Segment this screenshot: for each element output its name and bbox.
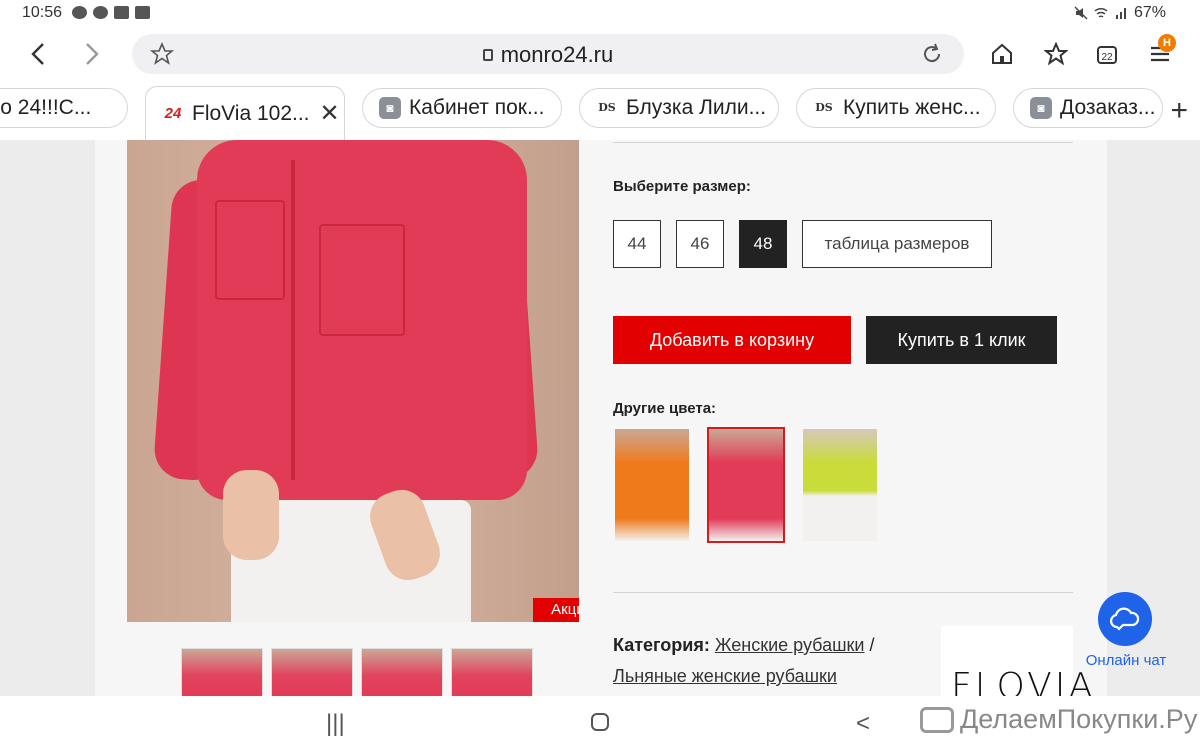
tab-item[interactable]: нро 24!!!С... <box>0 88 128 128</box>
color-option-orange[interactable] <box>613 427 691 543</box>
recent-apps-button[interactable]: ||| <box>326 710 345 738</box>
product-thumbnail[interactable] <box>181 648 263 696</box>
notification-icons <box>72 6 150 19</box>
tab-item-active[interactable]: 24 FloVia 102... ✕ <box>145 86 345 140</box>
home-button[interactable] <box>984 36 1020 72</box>
product-thumbnail[interactable] <box>451 648 533 696</box>
browser-toolbar: monro24.ru 22 H <box>0 28 1200 80</box>
close-tab-icon[interactable]: ✕ <box>320 99 340 128</box>
other-colors-label: Другие цвета: <box>613 400 717 417</box>
brand-logo-text: FLOVIA <box>951 666 1097 696</box>
ds-favicon-icon: DS <box>598 101 616 114</box>
ds-favicon-icon: DS <box>815 101 833 114</box>
color-thumbnail <box>709 429 783 541</box>
home-icon <box>992 43 1012 64</box>
buy-one-click-button[interactable]: Купить в 1 клик <box>866 316 1057 364</box>
category-link-shirts[interactable]: Женские рубашки <box>715 635 865 655</box>
signal-icon <box>1115 8 1126 19</box>
notification-icon <box>114 6 129 19</box>
tabs-count-icon: 22 <box>1097 46 1117 64</box>
product-thumbnail[interactable] <box>361 648 443 696</box>
image-detail <box>319 224 405 336</box>
tab-item[interactable]: ◙ Дозаказ... <box>1013 88 1163 128</box>
brand-logo[interactable]: FLOVIA <box>941 626 1093 696</box>
url-display[interactable]: monro24.ru <box>132 42 964 68</box>
color-option-red[interactable] <box>707 427 785 543</box>
tab-title: нро 24!!!С... <box>0 96 92 119</box>
chat-cloud-icon <box>1110 607 1140 631</box>
online-chat-button[interactable] <box>1098 592 1152 646</box>
tabs-button[interactable]: 22 <box>1090 36 1126 72</box>
watermark-text: ДелаемПокупки.Ру <box>960 704 1198 734</box>
image-icon <box>135 6 150 19</box>
chevron-right-icon <box>86 43 99 65</box>
reload-icon[interactable] <box>920 42 944 66</box>
size-option-46[interactable]: 46 <box>676 220 724 268</box>
notification-icon <box>72 6 87 19</box>
divider <box>613 592 1073 593</box>
home-nav-icon[interactable] <box>590 712 610 732</box>
wallet-favicon-icon: ◙ <box>1030 97 1052 119</box>
wifi-icon <box>1094 7 1108 18</box>
url-text: monro24.ru <box>500 42 614 67</box>
size-option-48[interactable]: 48 <box>739 220 787 268</box>
mute-icon <box>1074 6 1088 20</box>
lock-icon <box>482 49 493 61</box>
online-chat-label[interactable]: Онлайн чат <box>1076 652 1176 669</box>
product-thumbnail[interactable] <box>271 648 353 696</box>
image-detail <box>291 160 295 480</box>
tab-item[interactable]: DS Купить женс... <box>796 88 996 128</box>
color-options <box>613 427 879 543</box>
thumbnail-strip <box>181 648 533 696</box>
category-separator: / <box>864 635 875 655</box>
product-page: Акция Выберите размер: 44 46 48 таблица … <box>95 140 1107 696</box>
tab-item[interactable]: ◙ Кабинет пок... <box>362 88 562 128</box>
monro24-favicon-icon: 24 <box>164 104 182 122</box>
wallet-icon <box>920 706 954 733</box>
image-detail <box>215 200 285 300</box>
add-to-cart-button[interactable]: Добавить в корзину <box>613 316 851 364</box>
system-nav-bar: ||| < ДелаемПокупки.Ру <box>0 696 1200 750</box>
tab-item[interactable]: DS Блузка Лили... <box>579 88 779 128</box>
size-option-44[interactable]: 44 <box>613 220 661 268</box>
tab-title: Дозаказ... <box>1060 96 1156 119</box>
back-button[interactable] <box>20 36 56 72</box>
new-tab-button[interactable]: + <box>1170 94 1188 128</box>
status-bar: 10:56 67% <box>0 0 1200 28</box>
page-viewport: Акция Выберите размер: 44 46 48 таблица … <box>0 140 1200 696</box>
category-label: Категория: <box>613 635 710 655</box>
bookmarks-button[interactable] <box>1038 36 1074 72</box>
tab-strip: нро 24!!!С... 24 FloVia 102... ✕ ◙ Кабин… <box>0 80 1200 140</box>
watermark: ДелаемПокупки.Ру <box>920 704 1197 735</box>
tab-title: Блузка Лили... <box>626 96 767 119</box>
color-thumbnail <box>615 429 689 541</box>
color-option-lime[interactable] <box>801 427 879 543</box>
divider <box>613 142 1073 143</box>
category-link-linen-shirts[interactable]: Льняные женские рубашки <box>613 666 837 686</box>
tab-title: FloVia 102... <box>192 101 310 125</box>
tab-title: Купить женс... <box>843 96 981 119</box>
menu-badge: H <box>1158 34 1176 52</box>
address-bar[interactable]: monro24.ru <box>132 34 964 74</box>
promo-badge: Акция <box>533 598 579 622</box>
back-nav-button[interactable]: < <box>856 710 870 738</box>
tab-title: Кабинет пок... <box>409 96 545 119</box>
bookmarks-icon <box>1044 42 1068 66</box>
category-block: Категория: Женские рубашки / Льняные жен… <box>613 630 913 692</box>
size-table-button[interactable]: таблица размеров <box>802 220 992 268</box>
product-main-image[interactable]: Акция <box>127 140 579 622</box>
svg-text:22: 22 <box>1101 52 1113 63</box>
color-thumbnail <box>803 429 877 541</box>
size-label: Выберите размер: <box>613 178 751 195</box>
forward-button[interactable] <box>74 36 110 72</box>
size-selector: 44 46 48 таблица размеров <box>613 220 992 268</box>
image-detail <box>223 470 279 560</box>
battery-level: 67% <box>1133 4 1166 21</box>
wallet-favicon-icon: ◙ <box>379 97 401 119</box>
notification-icon <box>93 6 108 19</box>
chevron-left-icon <box>31 43 44 65</box>
status-time: 10:56 <box>22 4 63 21</box>
system-status: 67% <box>1074 4 1166 22</box>
